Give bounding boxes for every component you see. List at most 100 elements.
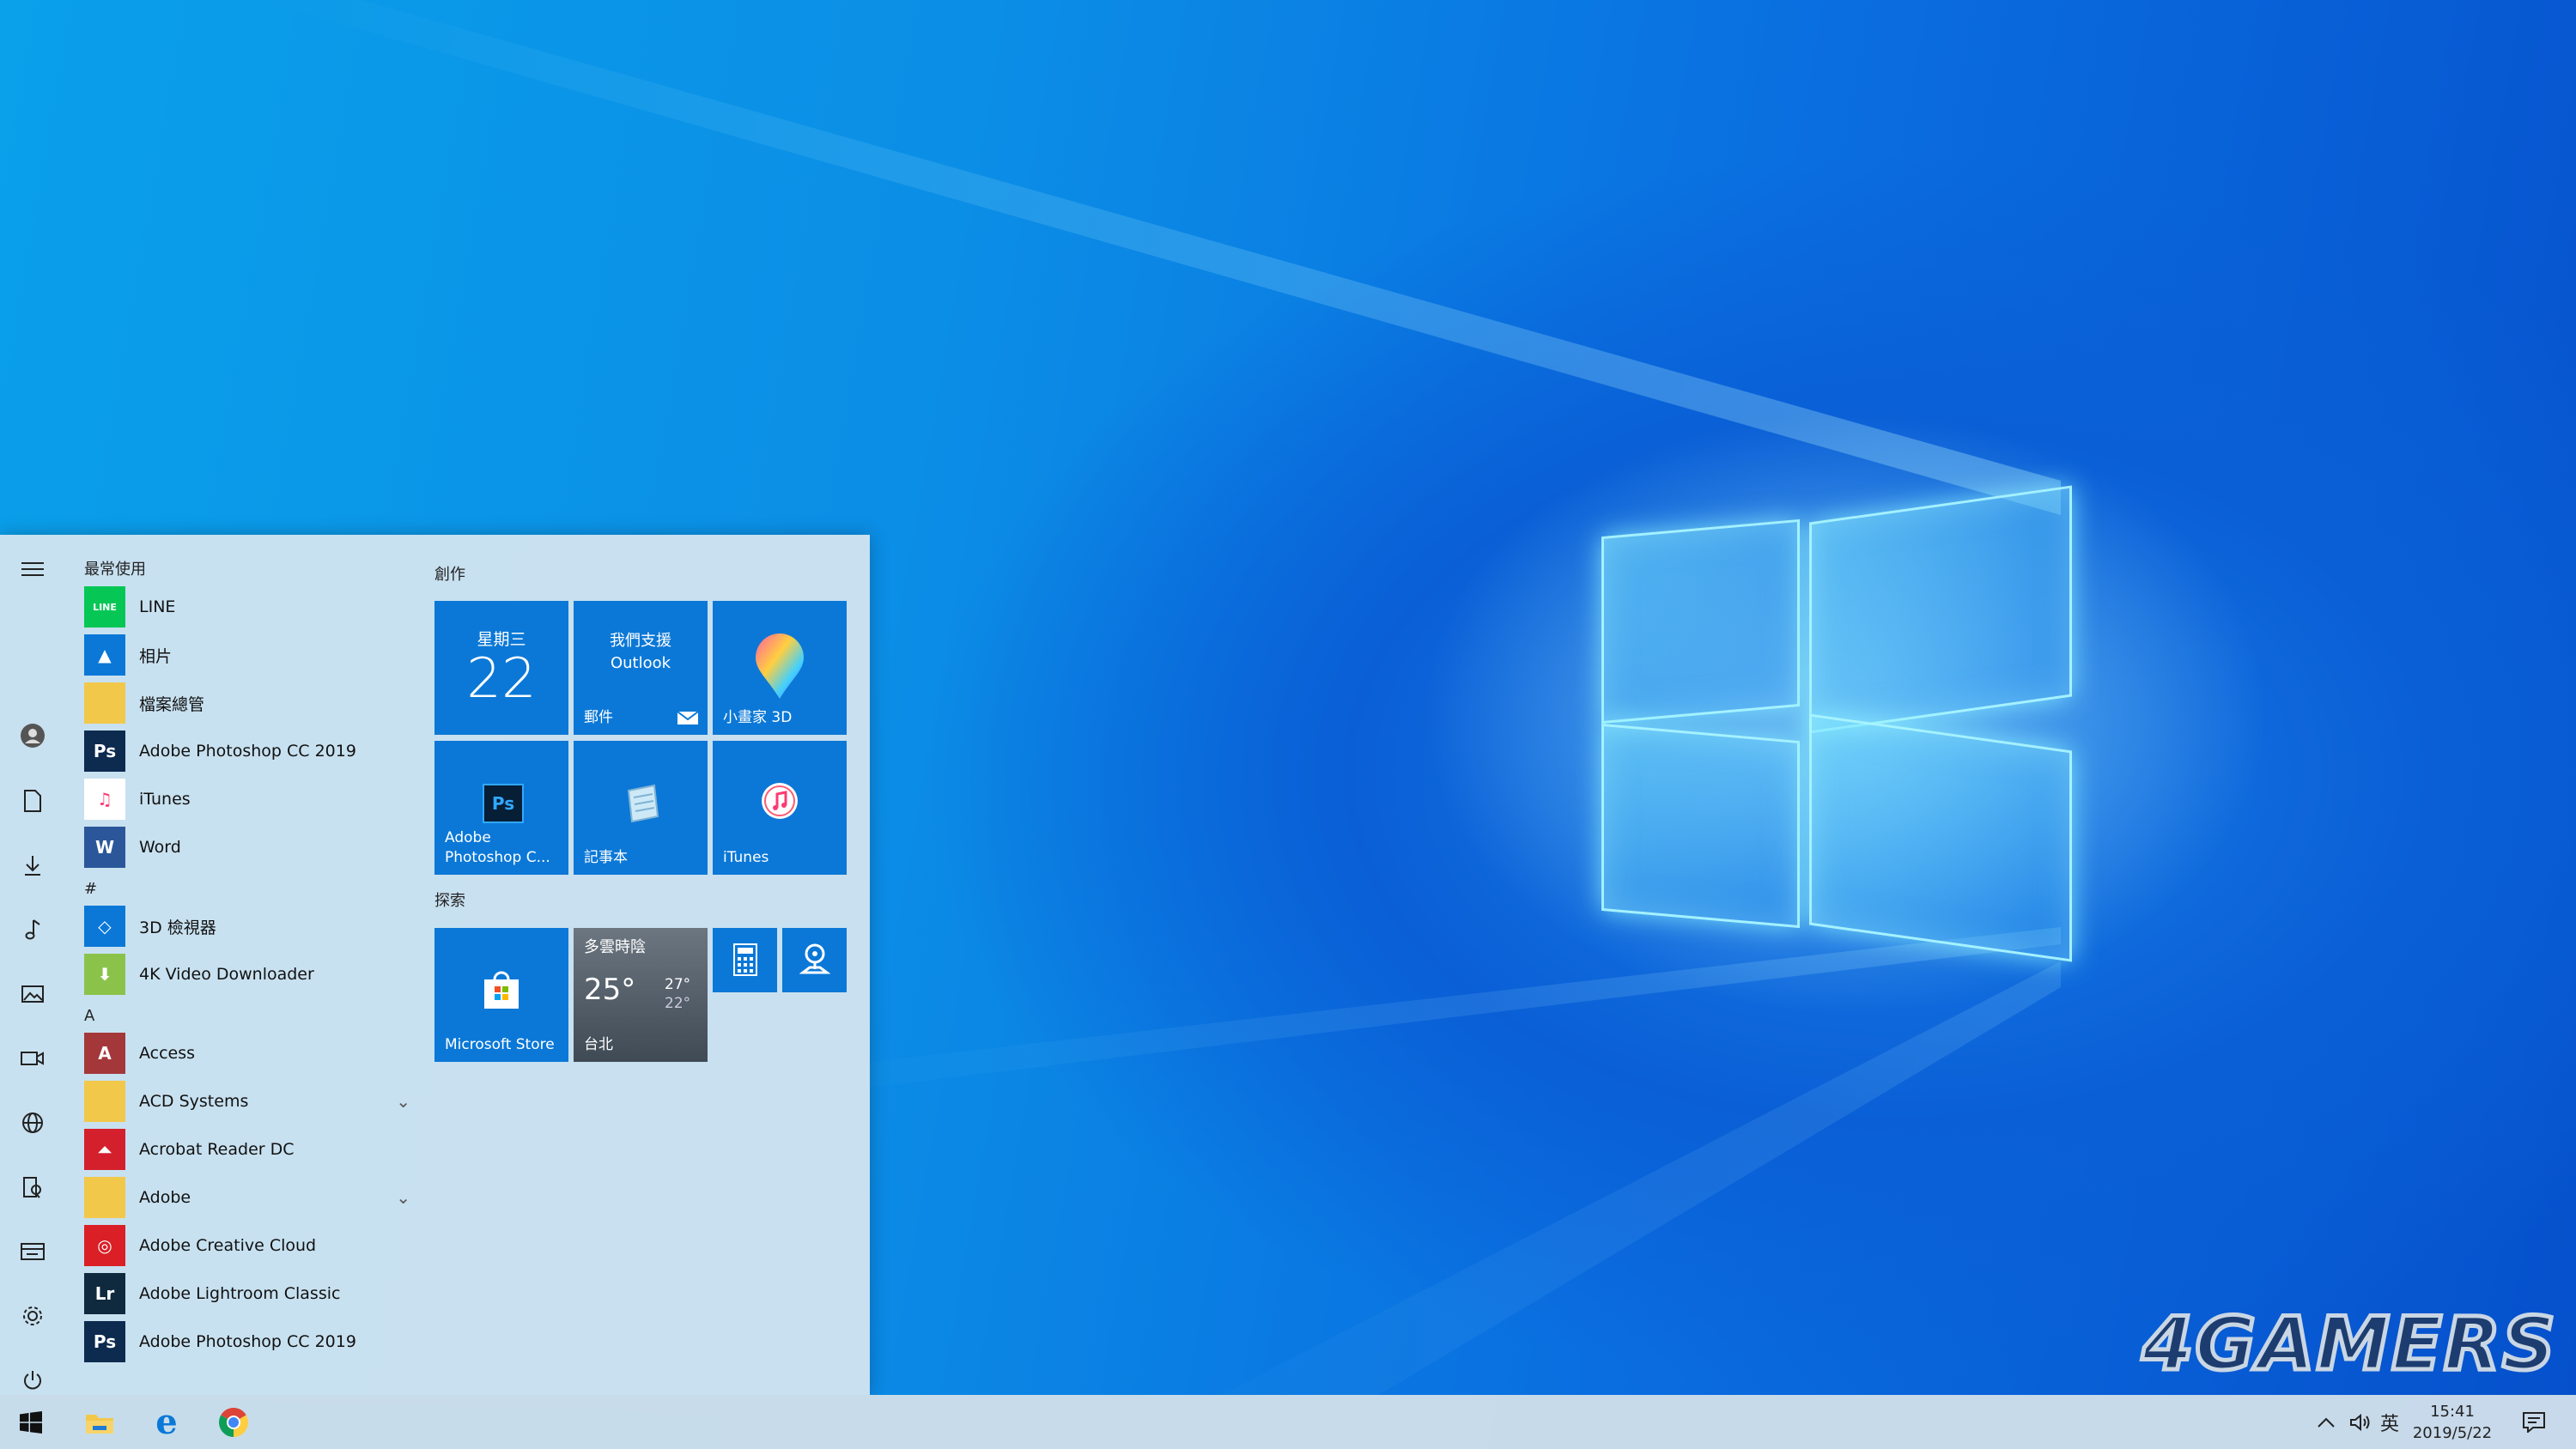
cube-icon: ◇ (84, 906, 125, 947)
app-list-item-label: 4K Video Downloader (139, 965, 314, 984)
app-list-item-label: Adobe (139, 1188, 191, 1207)
music-icon[interactable] (15, 912, 50, 947)
taskbar-edge[interactable]: e (136, 1395, 197, 1449)
paint3d-icon (756, 634, 804, 699)
chevron-up-icon (2318, 1417, 2335, 1428)
app-list-item[interactable]: Ps Adobe Photoshop CC 2019 (84, 1318, 410, 1366)
hamburger-menu-icon[interactable] (15, 552, 50, 586)
creative-cloud-icon: ◎ (84, 1225, 125, 1266)
taskbar-chrome[interactable] (203, 1395, 264, 1449)
photoshop-tile-label-line1: Adobe (445, 829, 491, 846)
paint3d-tile-label: 小畫家 3D (723, 709, 793, 726)
app-list-item[interactable]: W Word (84, 823, 410, 871)
tile-group-explore[interactable]: 探索 (434, 888, 465, 911)
personal-folder-icon[interactable] (15, 1170, 50, 1204)
start-button[interactable] (0, 1395, 62, 1449)
section-header-hash[interactable]: # (84, 876, 410, 902)
network-icon[interactable] (15, 1106, 50, 1140)
notepad-tile[interactable]: 記事本 (574, 741, 708, 875)
itunes-icon: ♫ (84, 779, 125, 820)
app-list-item[interactable]: LINE LINE (84, 583, 410, 631)
maps-pin-icon (799, 943, 830, 974)
documents-icon[interactable] (15, 784, 50, 818)
app-list-item-label: Adobe Lightroom Classic (139, 1284, 341, 1303)
tray-show-hidden-chevron[interactable] (2317, 1395, 2336, 1449)
input-method-indicator[interactable]: 英 (2380, 1395, 2399, 1449)
app-list-item[interactable]: A Access (84, 1029, 410, 1077)
app-list-item-label: LINE (139, 597, 176, 616)
app-list-item[interactable]: ▬ 檔案總管 (84, 679, 410, 727)
app-list-item-label: 相片 (139, 646, 173, 666)
chrome-icon (219, 1407, 248, 1437)
app-list-item[interactable]: Ps Adobe Photoshop CC 2019 (84, 727, 410, 775)
microsoft-store-tile[interactable]: Microsoft Store (434, 928, 568, 1062)
taskbar-clock[interactable]: 15:41 2019/5/22 (2411, 1395, 2494, 1449)
photoshop-tile-label-line2: Photoshop C... (445, 849, 550, 866)
calendar-tile[interactable]: 星期三 22 (434, 601, 568, 735)
downloads-icon[interactable] (15, 848, 50, 882)
downloader-icon: ⬇ (84, 954, 125, 995)
weather-temperature: 25° (584, 973, 636, 1007)
photoshop-tile[interactable]: Ps Adobe Photoshop C... (434, 741, 568, 875)
videos-icon[interactable] (15, 1041, 50, 1076)
volume-control[interactable] (2349, 1395, 2372, 1449)
edge-icon: e (155, 1401, 178, 1442)
folder-icon: ▬ (84, 682, 125, 724)
pictures-icon[interactable] (15, 977, 50, 1011)
folder-icon: ▬ (84, 1177, 125, 1218)
section-header-a[interactable]: A (84, 1003, 410, 1029)
app-list-item[interactable]: ▬ ACD Systems ⌄ (84, 1077, 410, 1125)
power-icon[interactable] (15, 1363, 50, 1397)
app-list-item[interactable]: ♫ iTunes (84, 775, 410, 823)
action-center-button[interactable] (2523, 1395, 2545, 1449)
calculator-icon (733, 943, 757, 976)
clock-date: 2019/5/22 (2412, 1423, 2493, 1442)
photos-icon: ▲ (84, 634, 125, 676)
app-list-item-label: iTunes (139, 790, 191, 809)
mail-promo-line1: 我們支援 (610, 632, 671, 650)
app-list-item[interactable]: ◎ Adobe Creative Cloud (84, 1222, 410, 1270)
app-list: 最常使用 LINE LINE ▲ 相片 ▬ 檔案總管 Ps Adobe Photoshop C… (84, 557, 410, 1366)
chevron-down-icon[interactable]: ⌄ (396, 1091, 410, 1112)
itunes-tile[interactable]: iTunes (713, 741, 847, 875)
taskbar-file-explorer[interactable] (69, 1395, 131, 1449)
weather-city: 台北 (584, 1036, 613, 1053)
app-list-item[interactable]: ▲ 相片 (84, 631, 410, 679)
mail-tile[interactable]: 我們支援 Outlook 郵件 (574, 601, 708, 735)
paint3d-tile[interactable]: 小畫家 3D (713, 601, 847, 735)
weather-condition: 多雲時陰 (584, 938, 646, 956)
start-rail (0, 535, 67, 1395)
weather-high: 27° (665, 976, 691, 993)
app-list-item[interactable]: ▬ Adobe ⌄ (84, 1173, 410, 1222)
calculator-tile[interactable] (713, 928, 777, 992)
weather-tile[interactable]: 多雲時陰 25° 27° 22° 台北 (574, 928, 708, 1062)
access-icon: A (84, 1033, 125, 1074)
watermark-logo: 4GAMERS (2140, 1300, 2557, 1390)
section-header-most-used: 最常使用 (84, 561, 146, 579)
tile-group-create[interactable]: 創作 (434, 562, 465, 585)
maps-tile[interactable] (782, 928, 847, 992)
speaker-icon (2350, 1413, 2370, 1431)
app-list-item-label: Adobe Photoshop CC 2019 (139, 1332, 356, 1351)
file-explorer-icon (86, 1414, 113, 1434)
app-list-item-label: Access (139, 1044, 196, 1063)
app-list-item[interactable]: ⬇ 4K Video Downloader (84, 950, 410, 998)
folder-icon: ▬ (84, 1081, 125, 1122)
calendar-day: 星期三 (477, 630, 526, 649)
app-list-item[interactable]: ◇ 3D 檢視器 (84, 902, 410, 950)
itunes-tile-icon (762, 783, 798, 819)
settings-gear-icon[interactable] (15, 1299, 50, 1333)
app-list-item-label: 3D 檢視器 (139, 918, 216, 937)
user-avatar-icon[interactable] (15, 718, 50, 753)
app-list-item[interactable]: ⏶ Acrobat Reader DC (84, 1125, 410, 1173)
file-explorer-rail-icon[interactable] (15, 1234, 50, 1269)
app-list-item[interactable]: Lr Adobe Lightroom Classic (84, 1270, 410, 1318)
photoshop-icon: Ps (84, 1321, 125, 1362)
app-list-item-label: Adobe Photoshop CC 2019 (139, 742, 356, 761)
itunes-tile-label: iTunes (723, 849, 769, 866)
notification-icon (2523, 1411, 2545, 1433)
app-list-item-label: Adobe Creative Cloud (139, 1236, 317, 1255)
taskbar: e 英 15:41 2019/5/22 (0, 1395, 2576, 1449)
mail-icon (677, 711, 699, 724)
chevron-down-icon[interactable]: ⌄ (396, 1187, 410, 1208)
